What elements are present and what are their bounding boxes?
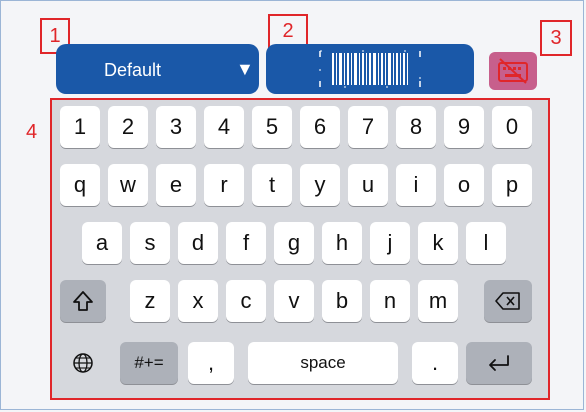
space-key[interactable]: space	[248, 342, 398, 384]
key-k[interactable]: k	[418, 222, 458, 264]
key-c[interactable]: c	[226, 280, 266, 322]
callout-3: 3	[540, 20, 572, 56]
callout-4-label: 4	[26, 121, 38, 143]
callout-3-label: 3	[550, 27, 562, 49]
key-2[interactable]: 2	[108, 106, 148, 148]
key-d[interactable]: d	[178, 222, 218, 264]
key-j[interactable]: j	[370, 222, 410, 264]
key-u[interactable]: u	[348, 164, 388, 206]
callout-1-label: 1	[49, 25, 61, 47]
key-8[interactable]: 8	[396, 106, 436, 148]
key-e[interactable]: e	[156, 164, 196, 206]
callout-2: 2	[268, 14, 308, 48]
backspace-key[interactable]	[484, 280, 532, 322]
dropdown-arrow-icon: ▼	[236, 59, 254, 79]
keyboard-toggle-icon	[498, 58, 528, 84]
key-5[interactable]: 5	[252, 106, 292, 148]
return-key[interactable]	[466, 342, 532, 384]
key-a[interactable]: a	[82, 222, 122, 264]
key-6[interactable]: 6	[300, 106, 340, 148]
key-r[interactable]: r	[204, 164, 244, 206]
key-z[interactable]: z	[130, 280, 170, 322]
callout-4: 4	[26, 122, 37, 142]
input-toolbar: Default ▼	[56, 44, 538, 94]
key-1[interactable]: 1	[60, 106, 100, 148]
key-x[interactable]: x	[178, 280, 218, 322]
comma-key[interactable]: ,	[188, 342, 234, 384]
key-s[interactable]: s	[130, 222, 170, 264]
key-t[interactable]: t	[252, 164, 292, 206]
key-o[interactable]: o	[444, 164, 484, 206]
return-icon	[489, 355, 509, 371]
barcode-scan-button[interactable]	[266, 44, 474, 94]
onscreen-keyboard: 1 2 3 4 5 6 7 8 9 0 q w e r t y u i o p …	[50, 98, 550, 400]
backspace-icon	[495, 292, 520, 310]
key-4[interactable]: 4	[204, 106, 244, 148]
key-w[interactable]: w	[108, 164, 148, 206]
keyboard-layout-dropdown[interactable]: Default ▼	[56, 44, 259, 94]
key-b[interactable]: b	[322, 280, 362, 322]
keyboard-toggle-button[interactable]	[489, 52, 537, 90]
key-m[interactable]: m	[418, 280, 458, 322]
key-n[interactable]: n	[370, 280, 410, 322]
key-7[interactable]: 7	[348, 106, 388, 148]
callout-2-label: 2	[282, 20, 294, 42]
key-9[interactable]: 9	[444, 106, 484, 148]
shift-icon	[73, 291, 93, 311]
key-l[interactable]: l	[466, 222, 506, 264]
key-y[interactable]: y	[300, 164, 340, 206]
key-0[interactable]: 0	[492, 106, 532, 148]
key-f[interactable]: f	[226, 222, 266, 264]
barcode-scan-icon	[319, 50, 421, 88]
globe-icon	[73, 353, 93, 373]
key-q[interactable]: q	[60, 164, 100, 206]
symbols-key[interactable]: #+=	[120, 342, 178, 384]
globe-key[interactable]	[60, 342, 106, 384]
key-g[interactable]: g	[274, 222, 314, 264]
key-p[interactable]: p	[492, 164, 532, 206]
shift-key[interactable]	[60, 280, 106, 322]
key-3[interactable]: 3	[156, 106, 196, 148]
dropdown-selected-value: Default	[104, 60, 162, 80]
period-key[interactable]: .	[412, 342, 458, 384]
key-v[interactable]: v	[274, 280, 314, 322]
key-i[interactable]: i	[396, 164, 436, 206]
key-h[interactable]: h	[322, 222, 362, 264]
